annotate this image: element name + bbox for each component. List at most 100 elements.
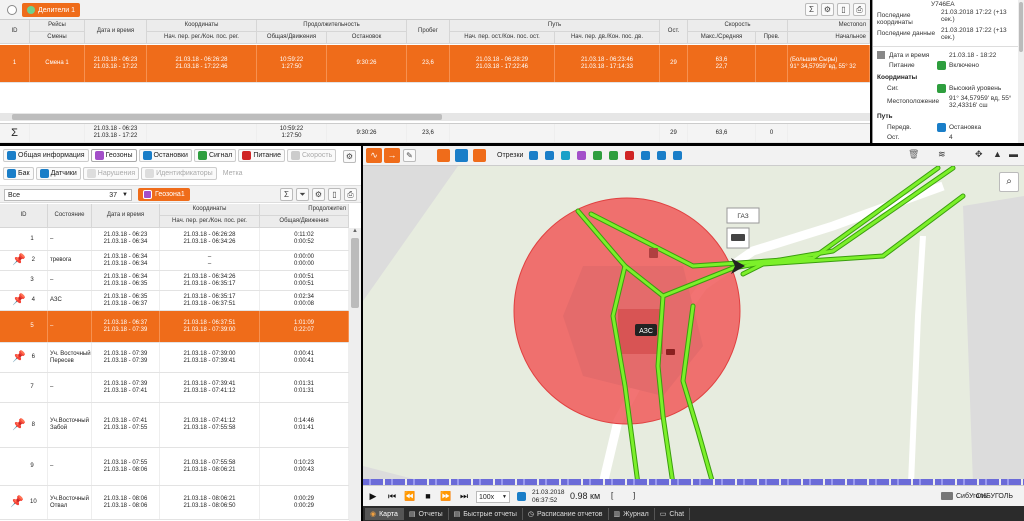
col-duration[interactable]: Продолжител <box>260 204 349 216</box>
col-path-stop[interactable]: Нач. пер. ост./Кон. пос. ост. <box>450 32 555 44</box>
comment-icon[interactable] <box>473 149 486 162</box>
move-icon[interactable]: ✥ <box>975 149 983 160</box>
layer-icon[interactable] <box>577 151 586 160</box>
col-datetime[interactable]: Дата и время <box>92 204 160 228</box>
speed-select[interactable]: 100x ▼ <box>476 491 510 503</box>
filter-select[interactable]: Все 37 ▼ <box>4 189 132 201</box>
tab-violations[interactable]: Нарушения <box>82 167 140 180</box>
col-shifts[interactable]: Смены <box>30 32 85 44</box>
table-row[interactable]: 1 Смена 1 21.03.18 - 06:23 21.03.18 - 17:… <box>0 45 870 83</box>
stop-icon[interactable]: ■ <box>421 491 435 501</box>
tab-dividers[interactable]: Делители 1 <box>22 3 81 17</box>
tab-power[interactable]: Питание <box>238 149 285 162</box>
tab-tank[interactable]: Бак <box>3 167 34 180</box>
skip-end-icon[interactable]: ⏭ <box>457 491 471 502</box>
tab-schedule[interactable]: ◷ Расписание отчетов <box>523 508 609 520</box>
bracket-right-icon[interactable]: ] <box>633 491 635 500</box>
table-row[interactable]: 📌 8 Уч.Восточный Забой 21.03.18 - 07:41 21.0… <box>0 403 349 448</box>
col-location[interactable]: Местопол <box>788 20 870 32</box>
col-speed-sub[interactable]: Макс./Средняя <box>688 32 756 44</box>
radio-icon[interactable] <box>7 5 17 15</box>
layer-icon[interactable] <box>641 151 650 160</box>
col-state[interactable]: Состояние <box>48 204 92 228</box>
select-icon[interactable] <box>455 149 468 162</box>
vertical-scrollbar[interactable]: ▲ <box>349 228 361 521</box>
col-id[interactable]: ID <box>0 204 48 228</box>
layer-icon[interactable] <box>529 151 538 160</box>
table-row[interactable]: 📌 4 АЗС 21.03.18 - 06:35 21.03.18 - 06:37 21.… <box>0 291 349 311</box>
col-location-sub[interactable]: Начальное <box>788 32 870 44</box>
map-canvas[interactable]: АЗС ГАЗ <box>363 166 1024 484</box>
scrollbar-thumb[interactable] <box>351 238 359 308</box>
map-search-button[interactable]: ⌕ <box>999 172 1019 192</box>
tab-chat[interactable]: ▭ Chat <box>655 508 691 520</box>
filter-icon[interactable]: ⏷ <box>296 188 309 201</box>
col-duration-total[interactable]: Общая/Движения <box>257 32 327 44</box>
skip-start-icon[interactable]: ⏮ <box>385 491 399 502</box>
pencil-icon[interactable]: ✎ <box>403 149 416 162</box>
table-row[interactable]: 📌 6 Уч. Восточный Пересев 21.03.18 - 07:39 2… <box>0 343 349 373</box>
tab-identifiers[interactable]: Идентификаторы <box>141 167 217 180</box>
layer-icon[interactable] <box>657 151 666 160</box>
col-duration[interactable]: Продолжительность <box>257 20 407 32</box>
phone-icon[interactable]: ▯ <box>328 188 341 201</box>
print-icon[interactable]: ⎙ <box>853 3 866 16</box>
col-coords[interactable]: Координаты <box>160 204 260 216</box>
car-icon[interactable]: ▬ <box>1009 149 1018 159</box>
col-speed[interactable]: Скорость <box>688 20 788 32</box>
tab-speed[interactable]: Скорость <box>286 149 337 162</box>
layers-icon[interactable]: ≋ <box>938 149 946 160</box>
col-ost[interactable]: Ост. <box>660 20 688 44</box>
tab-sensors[interactable]: Датчики <box>35 167 81 180</box>
gear-icon[interactable]: ⚙ <box>312 188 325 201</box>
col-mileage[interactable]: Пробег <box>407 20 450 44</box>
scrollbar-thumb[interactable] <box>12 114 442 120</box>
rewind-icon[interactable]: ⏪ <box>403 491 417 502</box>
col-datetime[interactable]: Дата и время <box>85 20 147 44</box>
col-coords-sub[interactable]: Нач. пер. рег./Кон. пос. рег. <box>160 216 260 228</box>
tab-geozones[interactable]: Геозоны <box>90 149 137 162</box>
col-trips[interactable]: Рейсы <box>30 20 85 32</box>
tab-stops[interactable]: Остановки <box>138 149 192 162</box>
gear-icon[interactable]: ⚙ <box>821 3 834 16</box>
phone-icon[interactable]: ▯ <box>837 3 850 16</box>
layer-icon[interactable] <box>673 151 682 160</box>
col-path[interactable]: Путь <box>450 20 660 32</box>
table-row[interactable]: 📌 2 тревога 21.03.18 - 06:34 21.03.18 - 06:3… <box>0 251 349 271</box>
layer-icon[interactable] <box>561 151 570 160</box>
table-row[interactable]: 5–21.03.18 - 06:37 21.03.18 - 07:39 21.03.… <box>0 311 349 343</box>
play-icon[interactable]: ▶ <box>366 491 380 502</box>
col-duration-sub[interactable]: Общая/Движения <box>260 216 349 228</box>
bracket-left-icon[interactable]: [ <box>611 491 613 500</box>
vertical-scrollbar[interactable] <box>1018 0 1024 143</box>
scroll-up-icon[interactable]: ▲ <box>349 228 361 238</box>
road-icon[interactable]: ▲ <box>993 149 1002 159</box>
layer-icon[interactable] <box>593 151 602 160</box>
tab-geozone1[interactable]: Геозона1 <box>138 188 190 201</box>
layer-icon[interactable] <box>545 151 554 160</box>
tab-map[interactable]: ◉ Карта <box>365 508 404 520</box>
shape-icon[interactable] <box>437 149 450 162</box>
col-coords[interactable]: Координаты <box>147 20 257 32</box>
col-id[interactable]: ID <box>0 20 30 44</box>
horizontal-scrollbar[interactable] <box>0 113 870 121</box>
scrollbar-thumb[interactable] <box>1019 2 1023 52</box>
table-row[interactable]: 9–21.03.18 - 07:55 21.03.18 - 08:06 21.03.… <box>0 448 349 486</box>
forward-icon[interactable]: ⏩ <box>439 491 453 502</box>
table-row[interactable]: 7–21.03.18 - 07:39 21.03.18 - 07:41 21.03.… <box>0 373 349 403</box>
tab-signal[interactable]: Сигнал <box>193 149 237 162</box>
table-row[interactable]: 3–21.03.18 - 06:34 21.03.18 - 06:35 21.03.… <box>0 271 349 291</box>
table-row[interactable]: 1–21.03.18 - 06:23 21.03.18 - 06:34 21.03.… <box>0 228 349 251</box>
ruler-icon[interactable]: ∿ <box>366 148 382 163</box>
col-prev[interactable]: Прев. <box>756 32 788 44</box>
sigma-icon[interactable]: Σ <box>805 3 818 16</box>
layer-icon[interactable] <box>609 151 618 160</box>
sigma-icon[interactable]: Σ <box>280 188 293 201</box>
gear-icon[interactable]: ⚙ <box>343 150 356 163</box>
trash-icon[interactable]: 🗑 <box>908 149 919 160</box>
tab-journal[interactable]: ▥ Журнал <box>609 508 655 520</box>
table-row[interactable]: 📌 10 Уч.Восточный Отвал 21.03.18 - 08:06 21.… <box>0 486 349 520</box>
tab-general-info[interactable]: Общая информация <box>3 149 89 162</box>
tab-reports[interactable]: ▤ Отчеты <box>404 508 449 520</box>
print-icon[interactable]: ⎙ <box>344 188 357 201</box>
